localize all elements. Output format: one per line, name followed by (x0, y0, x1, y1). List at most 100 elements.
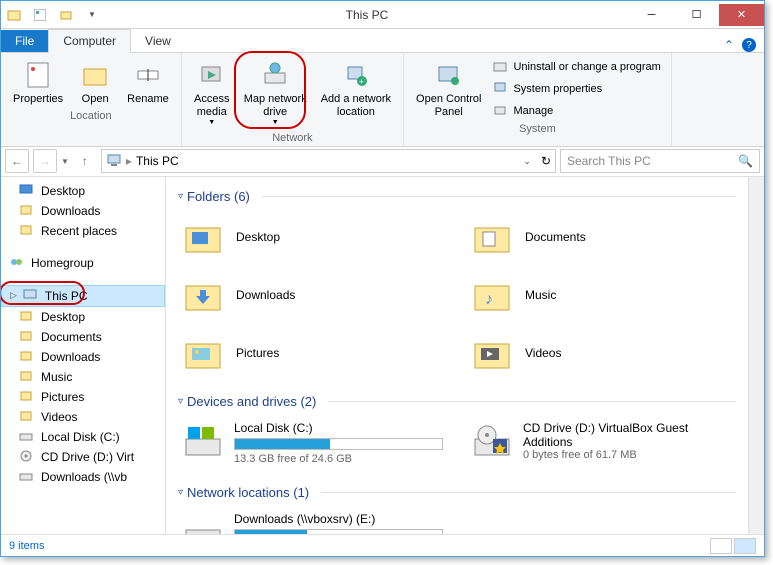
drive-network-downloads[interactable]: Downloads (\\vboxsrv) (E:) (178, 508, 447, 534)
system-properties-button[interactable]: System properties (489, 79, 664, 99)
group-header-folders[interactable]: ▿ Folders (6) (178, 189, 736, 204)
collapse-icon[interactable]: ▿ (178, 487, 183, 498)
hdd-icon (182, 421, 224, 463)
uninstall-icon (493, 59, 509, 75)
status-item-count: 9 items (9, 540, 44, 552)
tab-view[interactable]: View (131, 30, 185, 52)
folder-pictures[interactable]: Pictures (178, 328, 447, 378)
folder-desktop[interactable]: Desktop (178, 212, 447, 262)
properties-icon (22, 59, 54, 91)
rename-button[interactable]: Rename (121, 57, 175, 108)
status-bar: 9 items (1, 534, 764, 556)
ribbon-group-location: Properties Open Rename Location (1, 53, 182, 146)
search-box[interactable]: Search This PC 🔍 (560, 149, 760, 173)
tab-file[interactable]: File (1, 30, 48, 52)
sidebar-item-this-pc[interactable]: ▷This PC (1, 285, 165, 307)
body: Desktop Downloads Recent places Homegrou… (1, 177, 764, 534)
sidebar-item-local-disk[interactable]: Local Disk (C:) (1, 427, 165, 447)
sidebar-item-pc-music[interactable]: Music (1, 367, 165, 387)
sidebar-item-pc-desktop[interactable]: Desktop (1, 307, 165, 327)
view-details-button[interactable] (710, 538, 732, 554)
sysprops-icon (493, 81, 509, 97)
manage-button[interactable]: Manage (489, 101, 664, 121)
map-network-drive-button[interactable]: Map network drive ▼ (238, 57, 313, 130)
media-icon (196, 59, 228, 91)
manage-icon (493, 103, 509, 119)
folder-music[interactable]: ♪Music (467, 270, 736, 320)
window-title: This PC (105, 8, 629, 22)
open-button[interactable]: Open (71, 57, 119, 108)
navbar: ← → ▼ ↑ ▸ This PC ⌄ ↻ Search This PC 🔍 (1, 147, 764, 177)
open-control-panel-button[interactable]: Open Control Panel (410, 57, 487, 121)
close-button[interactable]: ✕ (719, 4, 764, 26)
cd-icon (19, 449, 35, 465)
homegroup-icon (9, 255, 25, 271)
sidebar-item-recent[interactable]: Recent places (1, 221, 165, 241)
network-drive-icon (182, 512, 224, 534)
nav-forward-button[interactable]: → (33, 149, 57, 173)
nav-recent-dropdown[interactable]: ▼ (61, 157, 69, 166)
help-icon[interactable]: ? (742, 38, 756, 52)
search-placeholder: Search This PC (567, 154, 651, 168)
ribbon-group-system: Open Control Panel Uninstall or change a… (404, 53, 672, 146)
group-header-network[interactable]: ▿ Network locations (1) (178, 485, 736, 500)
collapse-icon[interactable]: ▿ (178, 191, 183, 202)
svg-text:♪: ♪ (485, 291, 493, 308)
app-icon (5, 6, 23, 24)
group-header-devices[interactable]: ▿ Devices and drives (2) (178, 394, 736, 409)
navigation-pane[interactable]: Desktop Downloads Recent places Homegrou… (1, 177, 166, 534)
add-location-icon: + (340, 59, 372, 91)
uninstall-program-button[interactable]: Uninstall or change a program (489, 57, 664, 77)
cd-drive-icon (471, 421, 513, 463)
rename-icon (132, 59, 164, 91)
drive-cd[interactable]: CD Drive (D:) VirtualBox Guest Additions… (467, 417, 736, 469)
file-explorer-window: ▼ This PC ─ ☐ ✕ File Computer View ⌃ ? P… (0, 0, 765, 557)
sidebar-item-downloads[interactable]: Downloads (1, 201, 165, 221)
nav-up-button[interactable]: ↑ (73, 149, 97, 173)
address-bar[interactable]: ▸ This PC ⌄ ↻ (101, 149, 556, 173)
qat-properties-icon[interactable] (31, 6, 49, 24)
ribbon-collapse-icon[interactable]: ⌃ (724, 38, 734, 52)
minimize-button[interactable]: ─ (629, 4, 674, 26)
sidebar-item-homegroup[interactable]: Homegroup (1, 253, 165, 273)
search-icon: 🔍 (738, 154, 753, 168)
sidebar-item-desktop[interactable]: Desktop (1, 181, 165, 201)
properties-button[interactable]: Properties (7, 57, 69, 108)
network-drive-icon (259, 59, 291, 91)
tab-computer[interactable]: Computer (48, 29, 131, 53)
drive-local-disk[interactable]: Local Disk (C:) 13.3 GB free of 24.6 GB (178, 417, 447, 469)
address-path: This PC (136, 154, 179, 168)
qat-newfolder-icon[interactable] (57, 6, 75, 24)
content-scrollbar[interactable] (748, 177, 764, 534)
address-dropdown-icon[interactable]: ⌄ (523, 156, 531, 167)
folder-documents[interactable]: Documents (467, 212, 736, 262)
sidebar-item-cd-drive[interactable]: CD Drive (D:) Virt (1, 447, 165, 467)
sidebar-item-pc-documents[interactable]: Documents (1, 327, 165, 347)
control-panel-icon (433, 59, 465, 91)
sidebar-item-pc-downloads[interactable]: Downloads (1, 347, 165, 367)
view-tiles-button[interactable] (734, 538, 756, 554)
disk-icon (19, 429, 35, 445)
add-network-location-button[interactable]: + Add a network location (315, 57, 397, 130)
collapse-icon[interactable]: ▿ (178, 396, 183, 407)
ribbon-tabs: File Computer View ⌃ ? (1, 29, 764, 53)
ribbon: Properties Open Rename Location Access m… (1, 53, 764, 147)
nav-back-button[interactable]: ← (5, 149, 29, 173)
qat-dropdown-icon[interactable]: ▼ (83, 6, 101, 24)
open-icon (79, 59, 111, 91)
ribbon-group-network: Access media ▼ Map network drive ▼ + Add… (182, 53, 404, 146)
access-media-button[interactable]: Access media ▼ (188, 57, 236, 130)
sidebar-item-pc-videos[interactable]: Videos (1, 407, 165, 427)
titlebar: ▼ This PC ─ ☐ ✕ (1, 1, 764, 29)
maximize-button[interactable]: ☐ (674, 4, 719, 26)
netdrive-icon (19, 469, 35, 485)
folder-downloads[interactable]: Downloads (178, 270, 447, 320)
refresh-icon[interactable]: ↻ (541, 154, 551, 168)
sidebar-item-pc-pictures[interactable]: Pictures (1, 387, 165, 407)
pc-icon (23, 288, 39, 304)
sidebar-item-network-downloads[interactable]: Downloads (\\vb (1, 467, 165, 487)
svg-text:+: + (359, 77, 364, 86)
content-pane[interactable]: ▿ Folders (6) Desktop Documents Download… (166, 177, 748, 534)
folder-videos[interactable]: Videos (467, 328, 736, 378)
pc-icon (106, 152, 122, 171)
